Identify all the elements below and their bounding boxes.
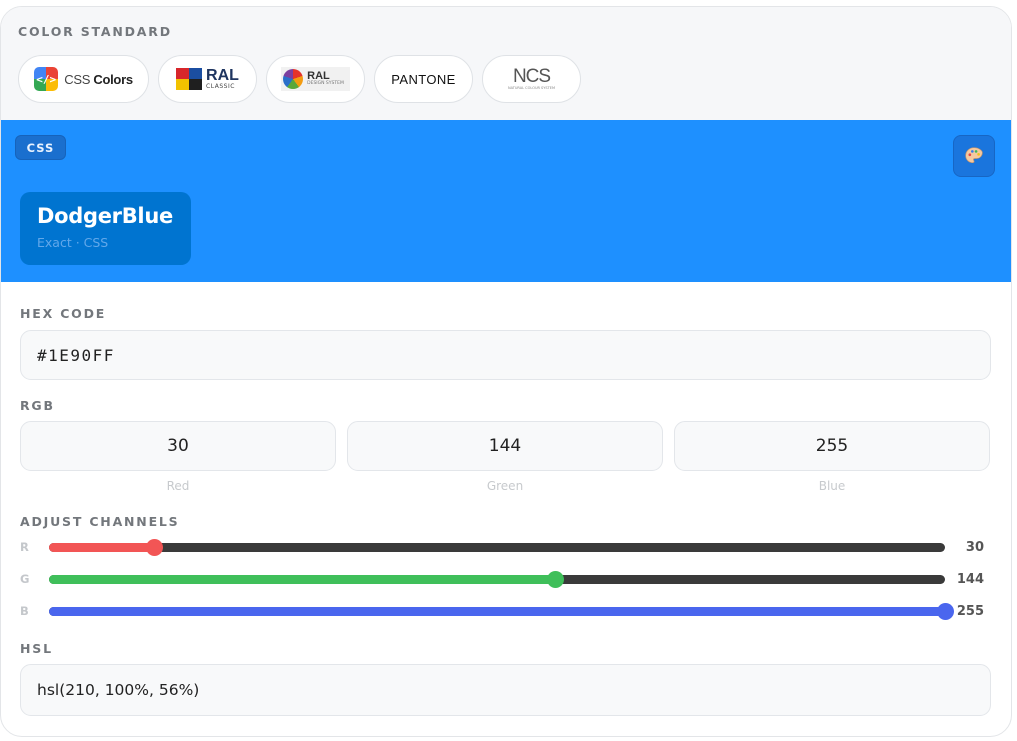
color-preview-banner: CSS DodgerBlue Exact · CSS	[1, 120, 1011, 282]
color-standard-options: </> CSS Colors RAL CLASSIC RAL DESIGN SY…	[18, 55, 581, 105]
green-slider[interactable]	[49, 571, 945, 588]
standard-badge: CSS	[15, 135, 66, 160]
color-standard-label: COLOR STANDARD	[18, 24, 172, 39]
ral-classic-logo: RAL CLASSIC	[176, 68, 239, 90]
pantone-logo: PANTONE	[391, 71, 456, 87]
ncs-title: NCS	[512, 66, 551, 88]
hex-input[interactable]: #1E90FF	[20, 330, 991, 380]
standard-css-button[interactable]: </> CSS Colors	[18, 55, 149, 103]
green-slider-thumb[interactable]	[546, 571, 564, 588]
standard-ral-design-button[interactable]: RAL DESIGN SYSTEM	[266, 55, 365, 103]
red-caption: Red	[166, 479, 190, 493]
standard-ral-classic-button[interactable]: RAL CLASSIC	[158, 55, 257, 103]
hex-value: #1E90FF	[37, 345, 115, 365]
color-name-box: DodgerBlue Exact · CSS	[20, 192, 191, 265]
red-value: 30	[167, 436, 189, 456]
ral-design-sub: DESIGN SYSTEM	[307, 81, 344, 87]
blue-caption: Blue	[818, 479, 846, 493]
adjust-channels-label: ADJUST CHANNELS	[20, 514, 180, 529]
red-slider-fill	[49, 543, 155, 552]
color-converter-card: COLOR STANDARD </> CSS Colors RAL CLASSI…	[0, 6, 1012, 737]
green-channel-letter: G	[20, 572, 30, 586]
css-logo-suffix: Colors	[93, 71, 133, 87]
ral-classic-sub: CLASSIC	[206, 83, 235, 90]
red-channel-letter: R	[20, 540, 29, 554]
ncs-sub: NATURAL COLOUR SYSTEM	[507, 86, 556, 91]
ral-squares-icon	[176, 68, 203, 90]
rgb-label: RGB	[20, 398, 55, 413]
blue-input[interactable]: 255	[674, 421, 990, 471]
ncs-logo: NCS NATURAL COLOUR SYSTEM	[508, 67, 555, 91]
green-slider-fill	[49, 575, 555, 584]
red-input[interactable]: 30	[20, 421, 336, 471]
hex-code-label: HEX CODE	[20, 306, 107, 321]
standard-pantone-button[interactable]: PANTONE	[374, 55, 473, 103]
css-colors-logo: </> CSS Colors	[34, 67, 133, 91]
red-slider[interactable]	[49, 539, 945, 556]
ral-color-wheel-icon	[283, 69, 304, 89]
blue-slider[interactable]	[49, 603, 954, 620]
red-slider-thumb[interactable]	[146, 539, 164, 556]
palette-button[interactable]	[953, 135, 995, 177]
green-value: 144	[488, 436, 522, 456]
css-code-icon: </>	[34, 67, 59, 91]
palette-icon	[965, 147, 983, 164]
blue-channel-value: 255	[956, 604, 984, 619]
ral-design-logo: RAL DESIGN SYSTEM	[281, 67, 350, 91]
hsl-input[interactable]: hsl(210, 100%, 56%)	[20, 664, 991, 716]
green-channel-value: 144	[956, 572, 984, 587]
color-standard-section: COLOR STANDARD </> CSS Colors RAL CLASSI…	[1, 7, 1011, 120]
standard-ncs-button[interactable]: NCS NATURAL COLOUR SYSTEM	[482, 55, 581, 103]
blue-channel-letter: B	[20, 604, 29, 618]
ral-classic-title: RAL	[206, 67, 239, 84]
color-name: DodgerBlue	[37, 204, 173, 228]
css-logo-prefix: CSS	[64, 71, 91, 87]
green-caption: Green	[486, 479, 524, 493]
blue-value: 255	[815, 436, 849, 456]
blue-slider-fill	[49, 607, 945, 616]
red-channel-value: 30	[965, 540, 984, 555]
green-input[interactable]: 144	[347, 421, 663, 471]
hsl-label: HSL	[20, 641, 53, 656]
color-match-subtitle: Exact · CSS	[37, 235, 109, 250]
hsl-value: hsl(210, 100%, 56%)	[37, 681, 200, 699]
